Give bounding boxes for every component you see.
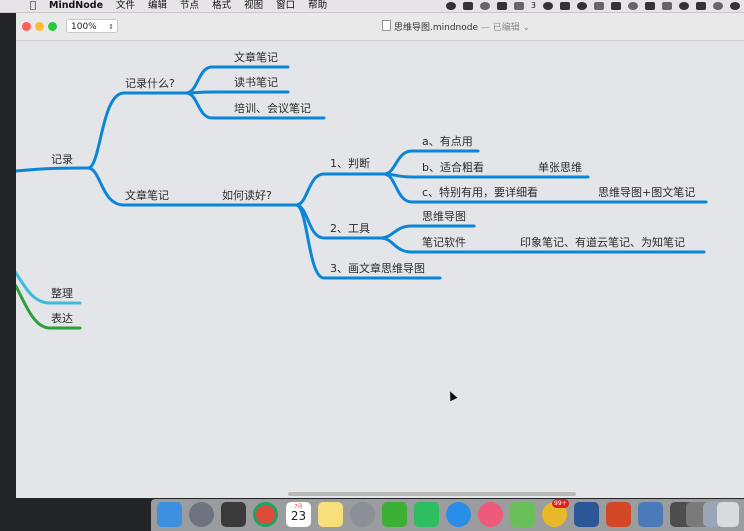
keynote-icon[interactable]	[638, 502, 663, 527]
translate-status-icon[interactable]	[560, 2, 570, 10]
drive-status-icon[interactable]	[462, 2, 473, 10]
node-mindmap-tool[interactable]: 思维导图	[422, 210, 466, 223]
sync-status-icon[interactable]	[445, 2, 456, 10]
clock-status-icon[interactable]	[628, 2, 638, 10]
node-single-map[interactable]: 单张思维	[538, 161, 582, 174]
menu-help[interactable]: 帮助	[308, 0, 327, 12]
bluetooth-icon[interactable]	[713, 2, 723, 10]
edited-status: — 已编辑	[480, 23, 520, 33]
user-status-icon[interactable]	[479, 2, 490, 10]
node-article-notes[interactable]: 文章笔记	[234, 50, 278, 64]
finder-icon[interactable]	[157, 502, 182, 527]
apple-menu-icon[interactable]: 	[30, 0, 36, 12]
menu-view[interactable]: 视图	[244, 0, 263, 12]
document-name: 思维导图.mindnode	[394, 23, 479, 33]
battery-icon[interactable]	[696, 2, 706, 10]
launchpad-icon[interactable]	[189, 502, 214, 527]
window-title[interactable]: 思维导图.mindnode — 已编辑 ⌄	[382, 20, 530, 33]
node-express[interactable]: 表达	[51, 311, 73, 325]
stepper-arrows-icon: ⇕	[108, 23, 114, 31]
zoom-value: 100%	[71, 22, 97, 32]
menu-window[interactable]: 窗口	[276, 0, 295, 12]
safari-icon[interactable]	[446, 502, 471, 527]
menu-format[interactable]: 格式	[212, 0, 231, 12]
branch-judge	[294, 172, 386, 207]
wechat-icon[interactable]	[382, 502, 407, 527]
warning-status-icon[interactable]	[496, 2, 507, 10]
menu-bar:  MindNode 文件 编辑 节点 格式 视图 窗口 帮助 3	[0, 0, 744, 13]
time-machine-icon[interactable]	[679, 2, 689, 10]
dropbox-status-icon[interactable]	[594, 2, 604, 10]
bluetooth-share-icon[interactable]	[543, 2, 553, 10]
node-article-notes-2[interactable]: 文章笔记	[125, 188, 169, 202]
branch-record	[16, 166, 90, 173]
mindmap-canvas[interactable]: 记录 记录什么? 文章笔记 读书笔记 培训、会议笔记 文章笔记 如何读好? 1、…	[16, 41, 744, 493]
window-titlebar: 100% ⇕ 思维导图.mindnode — 已编辑 ⌄	[16, 13, 744, 41]
zoom-select[interactable]: 100% ⇕	[66, 19, 118, 33]
wifi-icon[interactable]	[730, 2, 740, 10]
calendar-day: 23	[290, 509, 307, 523]
send-status-icon[interactable]	[645, 2, 655, 10]
app-status-icon[interactable]	[513, 2, 524, 10]
node-organize[interactable]: 整理	[51, 286, 73, 300]
menu-app-name[interactable]: MindNode	[49, 0, 103, 12]
node-b-skim[interactable]: b、适合粗看	[422, 160, 484, 174]
mindnode-window: 100% ⇕ 思维导图.mindnode — 已编辑 ⌄ 记录 记录什么? 文章…	[16, 13, 744, 498]
node-training-notes[interactable]: 培训、会议笔记	[234, 101, 311, 115]
node-draw-map[interactable]: 3、画文章思维导图	[330, 261, 425, 275]
system-preferences-icon[interactable]	[350, 502, 375, 527]
node-tools[interactable]: 2、工具	[330, 222, 370, 235]
airplay-icon[interactable]	[662, 2, 672, 10]
zoom-window-button[interactable]	[48, 22, 57, 31]
status-count: 3	[530, 1, 536, 10]
photo-booth-icon[interactable]	[221, 502, 246, 527]
node-how-to-read[interactable]: 如何读好?	[222, 188, 272, 202]
node-judge[interactable]: 1、判断	[330, 156, 370, 170]
music-icon[interactable]	[478, 502, 503, 527]
node-a-useful[interactable]: a、有点用	[422, 134, 473, 148]
branch-judge-b	[382, 172, 590, 179]
dock: 7月 23 99+	[151, 499, 744, 531]
node-note-software[interactable]: 笔记软件	[422, 235, 466, 249]
node-record-what[interactable]: 记录什么?	[125, 77, 175, 90]
node-reading-notes[interactable]: 读书笔记	[234, 75, 278, 89]
network-status-icon[interactable]	[577, 2, 587, 10]
shield-status-icon[interactable]	[611, 2, 621, 10]
trash-icon[interactable]	[717, 502, 739, 527]
node-note-apps[interactable]: 印象笔记、有道云笔记、为知笔记	[520, 235, 685, 249]
node-c-detail[interactable]: c、特别有用，要详细看	[422, 185, 538, 199]
powerpoint-icon[interactable]	[606, 502, 631, 527]
qq-badge: 99+	[552, 499, 569, 508]
branch-record-what-2	[184, 90, 290, 95]
word-icon[interactable]	[574, 502, 599, 527]
mindnode-icon[interactable]	[510, 502, 535, 527]
menu-edit[interactable]: 编辑	[148, 0, 167, 12]
menu-node[interactable]: 节点	[180, 0, 199, 12]
document-icon	[382, 20, 391, 31]
notes-icon[interactable]	[318, 502, 343, 527]
branch-record-what	[86, 91, 188, 170]
chrome-icon[interactable]	[253, 502, 278, 527]
menu-file[interactable]: 文件	[116, 0, 135, 12]
chevron-down-icon: ⌄	[522, 23, 531, 33]
mindmap[interactable]: 记录 记录什么? 文章笔记 读书笔记 培训、会议笔记 文章笔记 如何读好? 1、…	[16, 41, 744, 493]
close-window-button[interactable]	[22, 22, 31, 31]
minimize-window-button[interactable]	[35, 22, 44, 31]
evernote-icon[interactable]	[414, 502, 439, 527]
horizontal-scrollbar[interactable]	[288, 492, 576, 496]
node-map-plus-notes[interactable]: 思维导图+图文笔记	[598, 185, 695, 199]
node-record[interactable]: 记录	[51, 153, 73, 166]
